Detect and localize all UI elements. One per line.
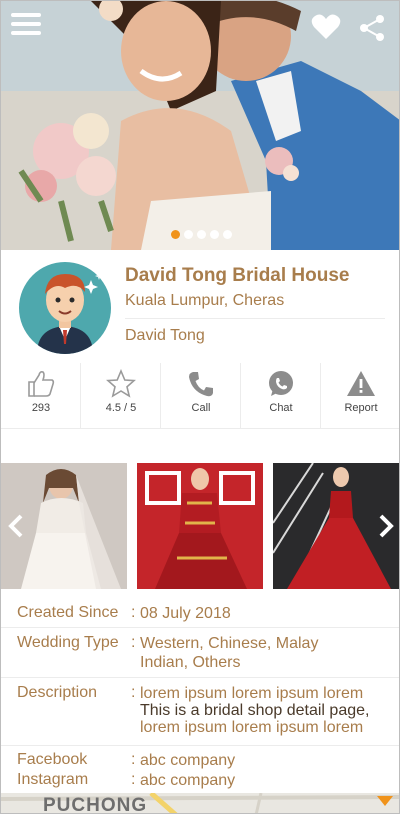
avatar (19, 262, 111, 354)
report-button[interactable]: Report (321, 363, 399, 429)
heart-icon (311, 14, 341, 39)
call-label: Call (191, 402, 211, 414)
description-label: Description (17, 684, 98, 701)
whatsapp-icon (269, 371, 293, 396)
menu-button[interactable] (11, 13, 41, 39)
dress-gallery (1, 463, 399, 589)
gallery-next-button[interactable] (377, 513, 395, 539)
like-button[interactable]: 293 (1, 363, 81, 429)
app-screen: David Tong Bridal House Kuala Lumpur, Ch… (0, 0, 400, 814)
shop-location: Kuala Lumpur, Cheras (125, 292, 285, 309)
instagram-value[interactable]: abc company (140, 771, 390, 790)
chevron-left-icon (8, 514, 23, 538)
carousel-dot[interactable] (197, 230, 206, 239)
chevron-right-icon (379, 514, 394, 538)
facebook-label: Facebook (17, 751, 88, 768)
share-button[interactable] (358, 14, 386, 42)
shop-name: David Tong Bridal House (125, 265, 350, 286)
gallery-image-red-kua[interactable] (137, 463, 263, 589)
like-count: 293 (31, 402, 51, 414)
star-icon (106, 369, 136, 398)
phone-icon (189, 372, 213, 397)
carousel-dot-active[interactable] (171, 230, 180, 239)
thumbs-up-icon (28, 371, 55, 397)
call-button[interactable]: Call (161, 363, 241, 429)
divider (125, 318, 385, 319)
cartoon-man-avatar-icon (37, 272, 103, 354)
created-since-label: Created Since (17, 604, 119, 621)
chat-label: Chat (269, 402, 293, 414)
carousel-dot[interactable] (223, 230, 232, 239)
social-rows: Facebook : abc company Instagram : abc c… (1, 746, 399, 794)
wedding-type-label: Wedding Type (17, 634, 119, 651)
carousel-dot[interactable] (210, 230, 219, 239)
gallery-prev-button[interactable] (7, 513, 25, 539)
share-icon (360, 15, 384, 41)
location-map[interactable]: PUCHONG (1, 793, 399, 814)
shop-details: Created Since : 08 July 2018 Wedding Typ… (1, 596, 399, 794)
facebook-value[interactable]: abc company (140, 751, 390, 770)
created-since-value: 08 July 2018 (140, 605, 231, 622)
wedding-type-value-1: Western, Chinese, Malay (140, 635, 319, 652)
instagram-label: Instagram (17, 771, 89, 788)
hamburger-menu-icon (11, 13, 41, 17)
wedding-type-row: Wedding Type : Western, Chinese, Malay I… (1, 628, 399, 678)
created-since-row: Created Since : 08 July 2018 (1, 596, 399, 628)
description-value-3: lorem ipsum lorem ipsum lorem (140, 719, 364, 736)
wedding-type-value-2: Indian, Others (140, 654, 241, 671)
report-label: Report (344, 402, 378, 414)
warning-icon (347, 371, 375, 396)
chat-button[interactable]: Chat (241, 363, 321, 429)
favorite-button[interactable] (311, 13, 341, 41)
owner-name: David Tong (125, 327, 205, 344)
rating-value: 4.5 / 5 (105, 402, 137, 414)
rating-button[interactable]: 4.5 / 5 (81, 363, 161, 429)
hero-image[interactable] (1, 1, 399, 250)
carousel-indicator (171, 230, 232, 239)
action-bar: 293 4.5 / 5 Call Chat Report (1, 363, 399, 429)
description-row: Description : lorem ipsum lorem ipsum lo… (1, 678, 399, 746)
map-label: PUCHONG (43, 795, 148, 814)
carousel-dot[interactable] (184, 230, 193, 239)
profile-section: David Tong Bridal House Kuala Lumpur, Ch… (1, 250, 399, 362)
